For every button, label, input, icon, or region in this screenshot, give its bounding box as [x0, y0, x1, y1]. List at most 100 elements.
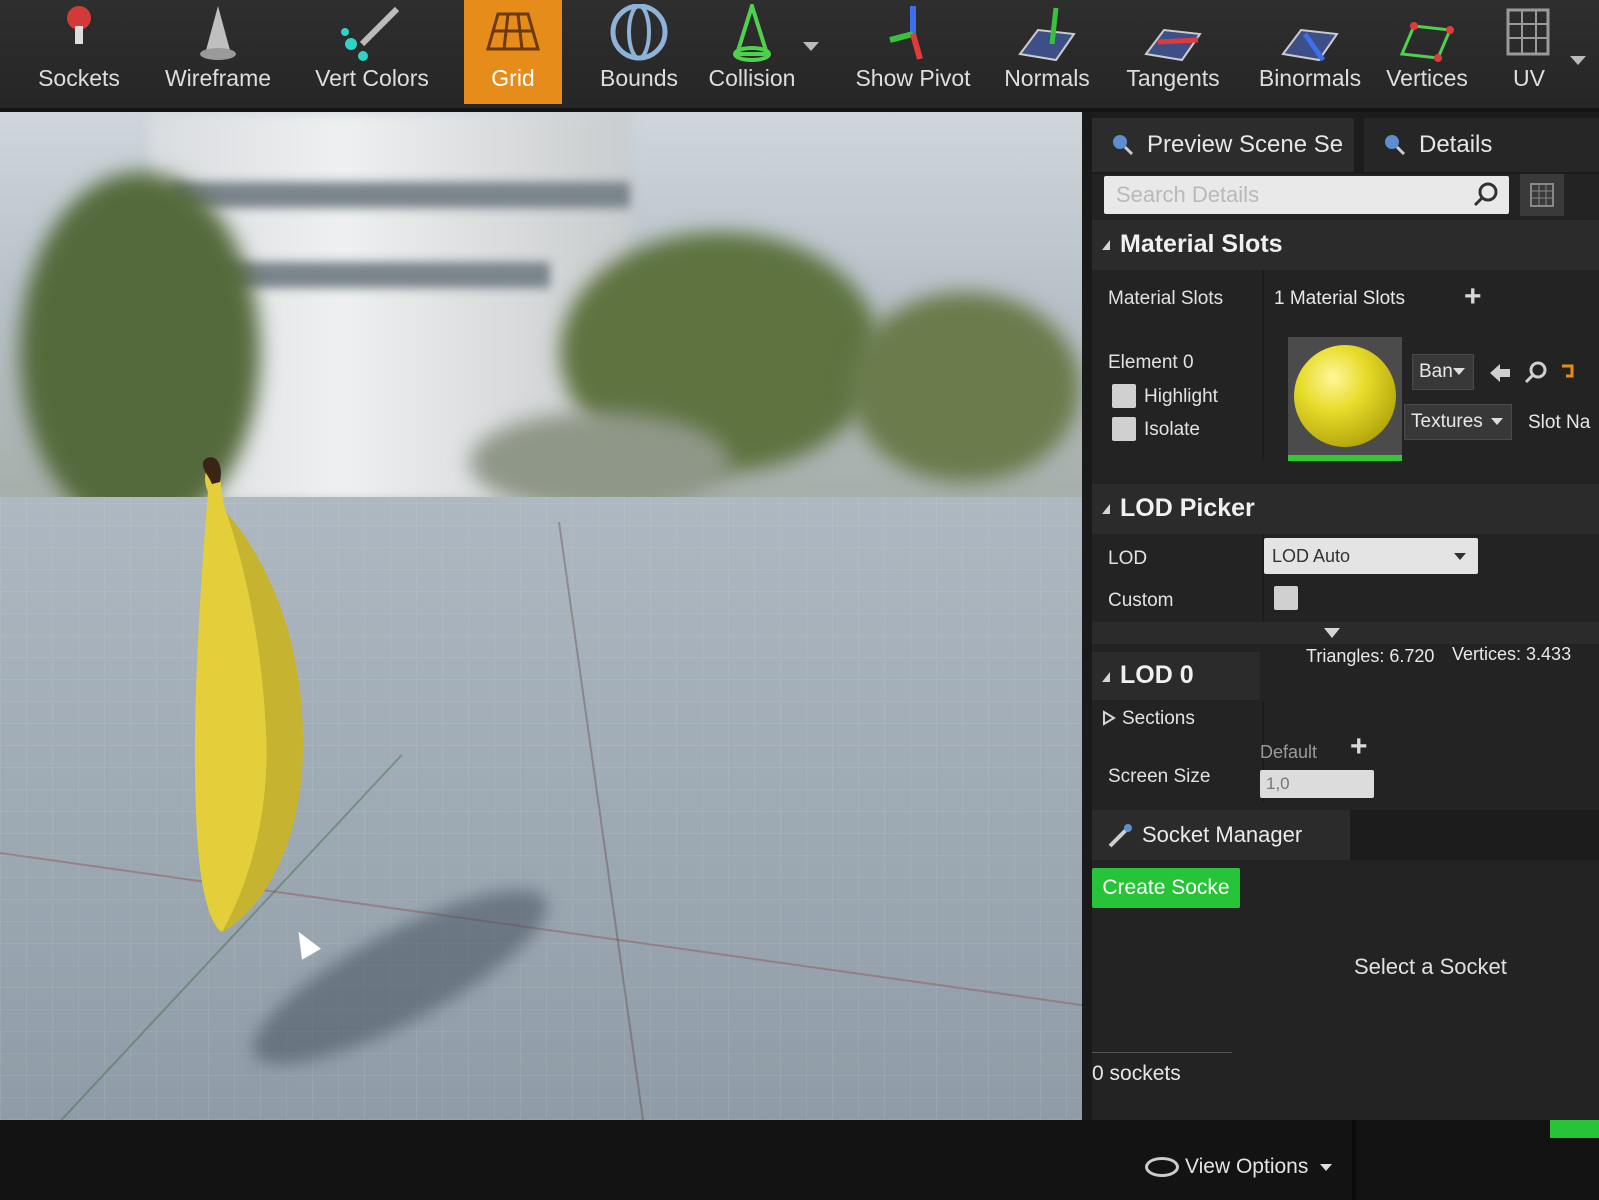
add-material-slot-button[interactable]: +	[1464, 282, 1482, 312]
reset-arrow-icon[interactable]	[1558, 362, 1578, 382]
highlight-label: Highlight	[1144, 386, 1218, 407]
toolbar-label: Grid	[491, 65, 535, 91]
browse-search-icon[interactable]	[1524, 360, 1548, 384]
toolbar-label: Normals	[1004, 65, 1090, 91]
tab-label: Details	[1419, 131, 1493, 158]
view-options-label: View Options	[1185, 1155, 1309, 1178]
viewport-toolbar: Sockets Wireframe Vert Colors Grid Bound…	[0, 0, 1599, 112]
toolbar-wireframe-button[interactable]: Wireframe	[152, 0, 284, 104]
toolbar-label: Show Pivot	[855, 65, 971, 91]
magnifier-icon	[1113, 135, 1134, 156]
lod-select[interactable]: LOD Auto	[1264, 538, 1478, 574]
bottom-bar: View Options	[0, 1120, 1599, 1200]
toolbar-normals-button[interactable]: Normals	[992, 0, 1102, 104]
textures-dropdown[interactable]: Textures	[1404, 404, 1512, 440]
slot-name-label: Slot Na	[1528, 412, 1591, 433]
chevron-down-icon	[1320, 1163, 1333, 1171]
section-material-slots[interactable]: Material Slots	[1092, 220, 1599, 270]
lod-label: LOD	[1108, 548, 1148, 569]
toolbar-label: Bounds	[599, 65, 678, 91]
default-label: Default	[1260, 742, 1318, 762]
section-title: LOD 0	[1120, 661, 1194, 689]
building-window-row	[170, 182, 630, 208]
highlight-checkbox[interactable]	[1112, 384, 1136, 408]
normals-icon	[1018, 7, 1076, 62]
search-details-input[interactable]: Search Details	[1104, 176, 1509, 214]
view-options-button[interactable]: View Options	[1145, 1155, 1333, 1179]
use-selected-arrow-icon[interactable]	[1488, 362, 1512, 384]
grid-icon	[486, 12, 540, 51]
toolbar-vert-colors-button[interactable]: Vert Colors	[298, 0, 446, 104]
toolbar-uv-button[interactable]: UV	[1488, 0, 1570, 104]
chevron-down-icon	[1453, 368, 1465, 375]
column-divider	[1262, 270, 1264, 460]
banana-mesh	[194, 457, 304, 932]
tab-socket-manager[interactable]: Socket Manager	[1092, 810, 1350, 860]
search-icon	[1473, 182, 1498, 207]
sections-label[interactable]: Sections	[1108, 708, 1195, 730]
isolate-checkbox[interactable]	[1112, 417, 1136, 441]
section-title: LOD Picker	[1120, 494, 1255, 522]
advanced-expander[interactable]	[1092, 622, 1599, 644]
toolbar-vertices-button[interactable]: Vertices	[1376, 0, 1478, 104]
toolbar-bounds-button[interactable]: Bounds	[578, 0, 700, 104]
element-label: Element 0	[1108, 352, 1194, 373]
toolbar-binormals-button[interactable]: Binormals	[1244, 0, 1376, 104]
property-matrix-button[interactable]	[1520, 174, 1564, 216]
sockets-icon	[67, 6, 91, 44]
tangents-icon	[1144, 28, 1202, 62]
textures-dropdown-label: Textures	[1411, 411, 1483, 432]
toolbar-tangents-button[interactable]: Tangents	[1112, 0, 1234, 104]
chevron-down-icon	[1491, 418, 1503, 425]
custom-label: Custom	[1108, 590, 1174, 611]
toolbar-label: Vert Colors	[315, 65, 429, 91]
add-screen-size-button[interactable]: +	[1350, 732, 1368, 762]
vertices-icon	[1399, 22, 1454, 62]
bounds-icon	[610, 4, 668, 61]
bottom-divider	[1352, 1120, 1356, 1200]
toolbar-label: Wireframe	[164, 65, 272, 91]
socket-manager-title: Socket Manager	[1142, 822, 1303, 847]
expand-advanced-icon	[1324, 628, 1340, 638]
toolbar-grid-button[interactable]: Grid	[464, 0, 562, 104]
collision-dropdown-arrow[interactable]	[803, 42, 819, 51]
toolbar-label: Sockets	[38, 65, 120, 91]
section-lod-0[interactable]: LOD 0	[1092, 652, 1260, 700]
material-slots-label: Material Slots	[1108, 288, 1224, 309]
section-title: Material Slots	[1120, 230, 1283, 258]
preview-viewport[interactable]	[0, 112, 1082, 1120]
panel-tabs: Preview Scene Se Details	[1092, 112, 1599, 174]
material-asset-dropdown[interactable]: Ban	[1412, 354, 1474, 390]
bottom-thumbnail-strip	[1550, 1120, 1599, 1138]
custom-lod-checkbox[interactable]	[1274, 586, 1298, 610]
material-slots-count: 1 Material Slots	[1274, 288, 1405, 309]
collapse-arrow-icon	[1102, 504, 1110, 514]
material-preview-sphere	[1294, 345, 1396, 447]
search-placeholder: Search Details	[1116, 182, 1260, 207]
toolbar-sockets-button[interactable]: Sockets	[20, 0, 138, 104]
tab-preview-scene-settings[interactable]: Preview Scene Se	[1092, 118, 1354, 172]
screen-size-input[interactable]: 1,0	[1260, 770, 1374, 798]
pivot-icon	[889, 6, 923, 60]
wireframe-icon	[200, 6, 236, 60]
socket-manager-header: Socket Manager	[1092, 810, 1599, 860]
eye-icon	[1145, 1157, 1179, 1178]
tab-details[interactable]: Details	[1364, 118, 1599, 172]
details-icon	[1385, 135, 1406, 156]
toolbar-label: Binormals	[1258, 65, 1362, 91]
toolbar-label: Collision	[708, 65, 796, 91]
collision-icon	[733, 4, 771, 62]
material-asset-value: Ban	[1419, 361, 1453, 382]
uv-icon	[1506, 8, 1550, 56]
collapse-arrow-icon	[1102, 672, 1110, 682]
toolbar-show-pivot-button[interactable]: Show Pivot	[844, 0, 982, 104]
create-socket-button[interactable]: Create Socke	[1092, 868, 1240, 908]
section-lod-picker[interactable]: LOD Picker	[1092, 484, 1599, 534]
uv-dropdown-arrow[interactable]	[1570, 56, 1586, 65]
socket-count: 0 sockets	[1092, 1062, 1181, 1085]
screen-size-label: Screen Size	[1108, 766, 1211, 787]
toolbar-collision-button[interactable]: Collision	[700, 0, 804, 104]
matrix-icon	[1530, 183, 1554, 207]
socket-manager-icon	[1108, 824, 1132, 848]
material-thumbnail[interactable]	[1288, 337, 1402, 461]
